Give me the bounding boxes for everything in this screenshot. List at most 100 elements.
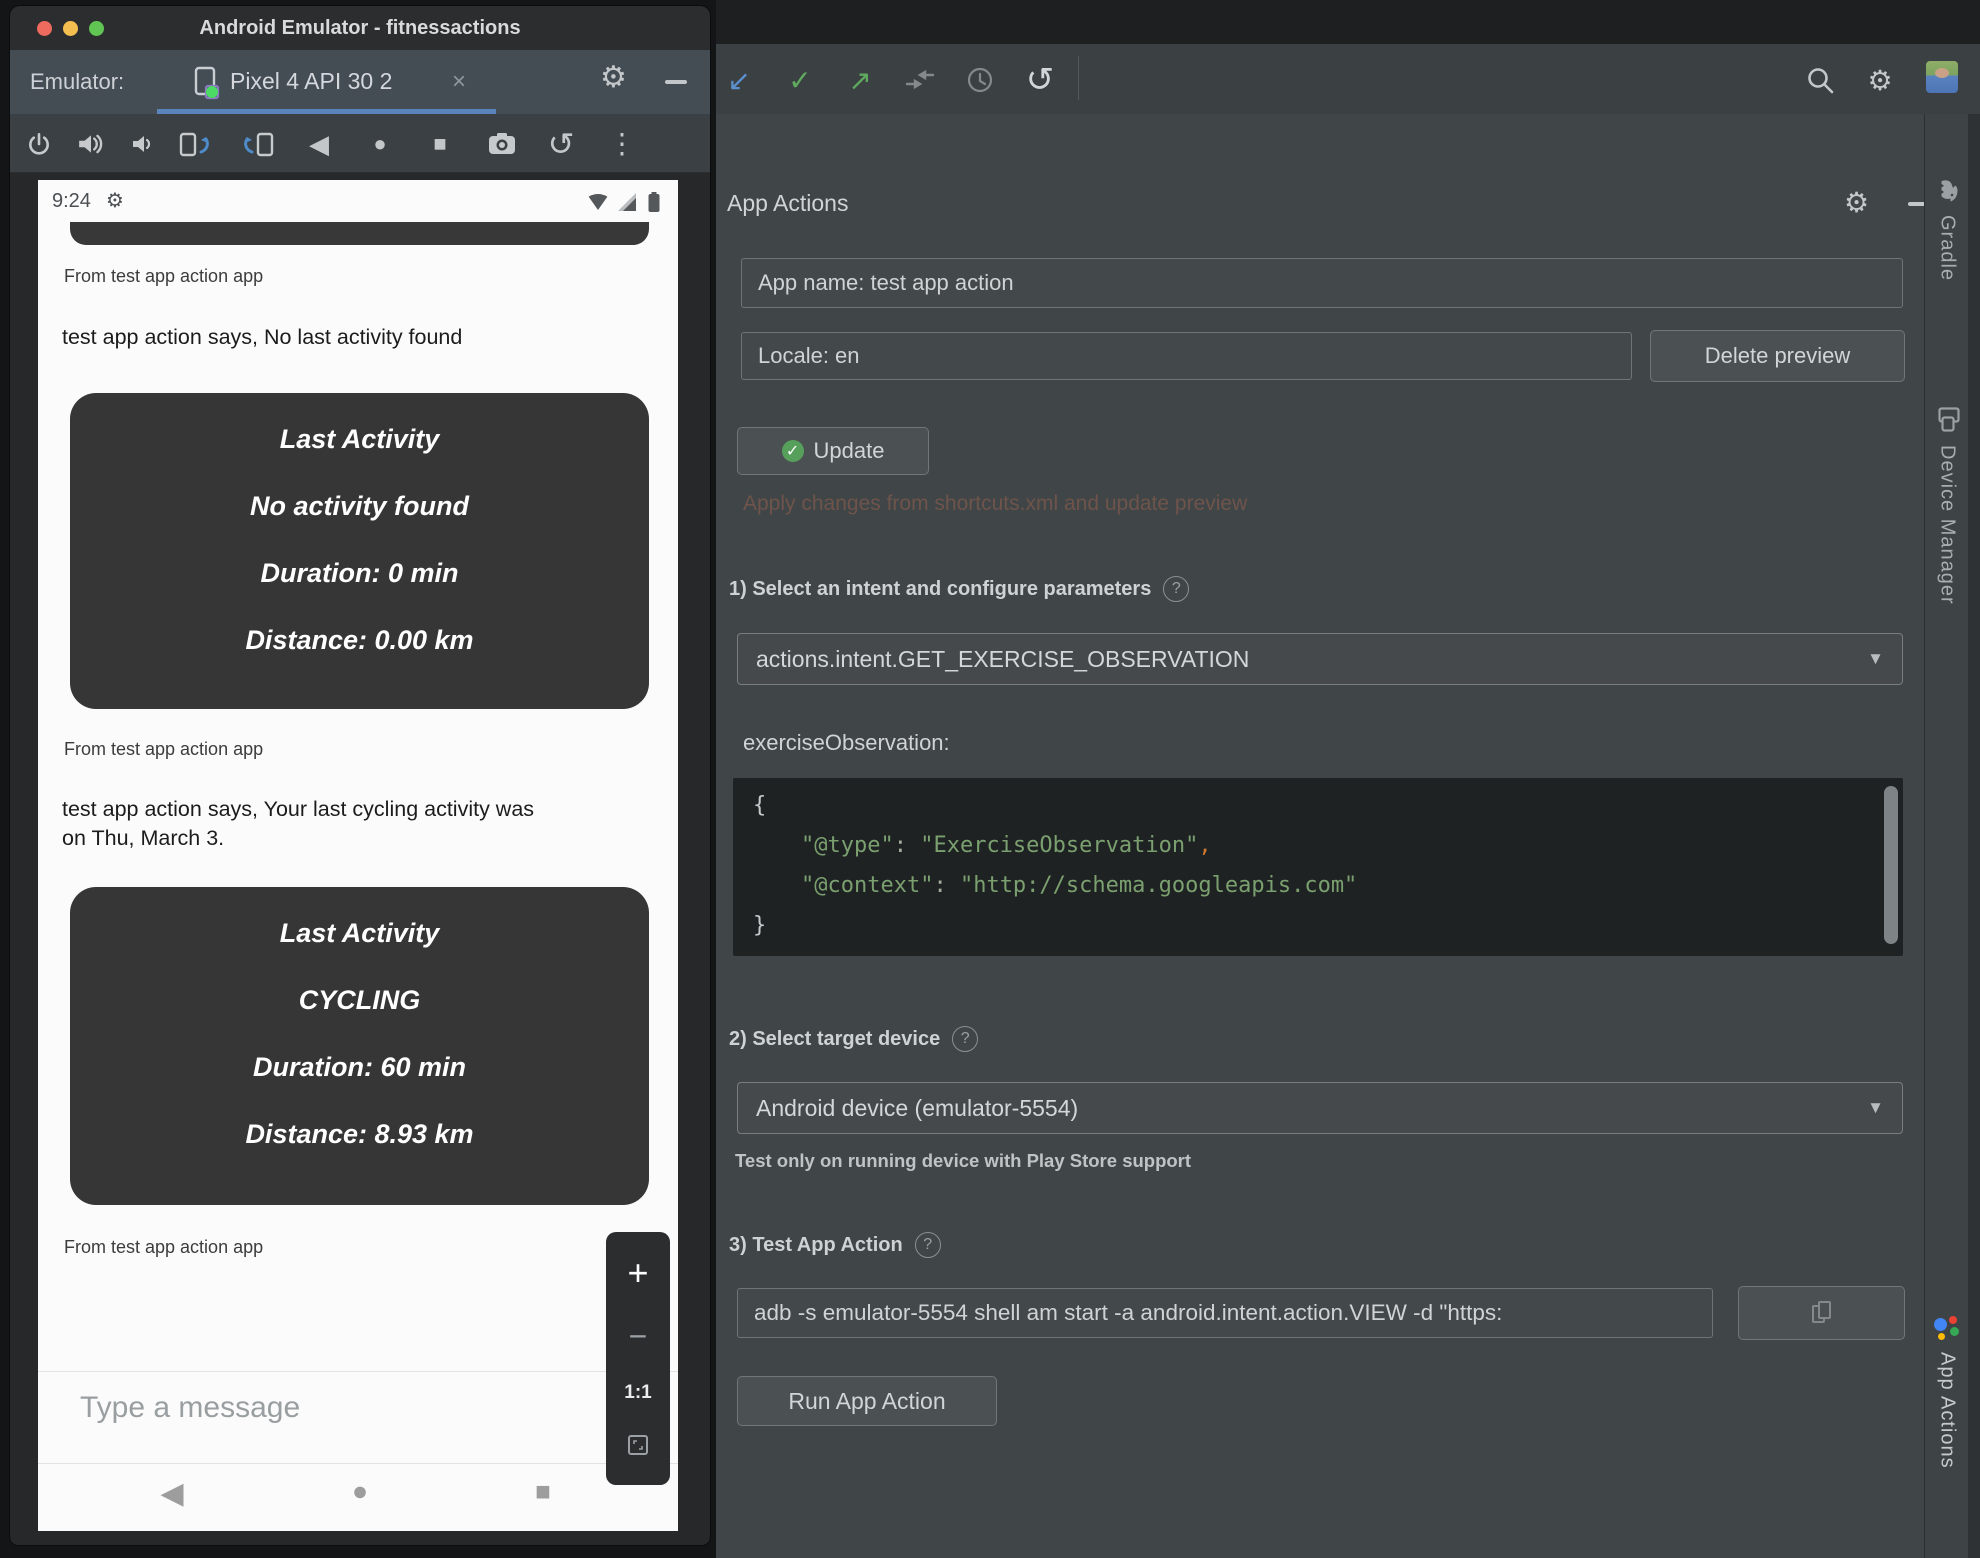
window-edge — [1968, 114, 1980, 1558]
emulator-settings-gear-icon[interactable]: ⚙ — [600, 60, 627, 95]
emulator-zoom-panel: + − 1:1 — [606, 1232, 670, 1485]
desktop: Android Emulator - fitnessactions Emulat… — [0, 0, 1980, 1558]
zoom-reset-button[interactable]: 1:1 — [624, 1382, 651, 1404]
close-tab-icon[interactable]: × — [452, 68, 466, 96]
card-title: Last Activity — [279, 424, 440, 454]
tool-button-device-manager[interactable]: Device Manager — [1925, 404, 1969, 605]
device-manager-icon — [1932, 407, 1963, 433]
code-line: "@type": "ExerciseObservation", — [801, 833, 1212, 858]
tool-button-gradle[interactable]: Gradle — [1925, 178, 1969, 281]
card-title: Last Activity — [279, 918, 440, 948]
nav-overview-icon[interactable]: ■ — [525, 1476, 561, 1507]
emulator-label: Emulator: — [30, 69, 125, 94]
power-icon[interactable] — [22, 127, 56, 161]
chevron-down-icon: ▼ — [1867, 649, 1884, 668]
tool-window-strip: Gradle Device Manager App Actions — [1924, 114, 1969, 1558]
help-icon[interactable]: ? — [914, 1232, 941, 1258]
locale-field[interactable]: Locale: en — [741, 332, 1632, 380]
message-sender-label: From test app action app — [64, 739, 264, 759]
section-intent-label: 1) Select an intent and configure parame… — [729, 576, 1190, 602]
chevron-down-icon: ▼ — [1867, 1098, 1884, 1117]
section-device-label: 2) Select target device ? — [729, 1026, 979, 1052]
studio-titlebar-area — [716, 0, 1980, 44]
emulator-tabbar: Emulator: Pixel 4 API 30 2 × ⚙ — [10, 50, 710, 114]
status-time: 9:24 — [52, 190, 91, 212]
search-icon[interactable] — [1802, 62, 1838, 98]
tool-button-label: Device Manager — [1936, 445, 1959, 605]
card-line: CYCLING — [298, 985, 421, 1015]
wifi-icon — [586, 192, 610, 217]
app-name-field[interactable]: App name: test app action — [741, 258, 1903, 308]
activity-card: Last Activity No activity found Duration… — [70, 393, 649, 709]
more-options-kebab-icon[interactable]: ⋮ — [605, 127, 639, 161]
section-test-label: 3) Test App Action ? — [729, 1232, 941, 1258]
merge-arrows-icon[interactable] — [902, 62, 938, 98]
divider — [38, 1371, 678, 1372]
message-sender-label: From test app action app — [64, 266, 264, 286]
update-hint-text: Apply changes from shortcuts.xml and upd… — [743, 492, 1248, 515]
fit-screen-icon[interactable] — [626, 1433, 650, 1462]
volume-up-icon[interactable] — [74, 127, 108, 161]
run-app-action-button[interactable]: Run App Action — [737, 1376, 997, 1426]
target-device-dropdown[interactable]: Android device (emulator-5554) ▼ — [737, 1082, 1903, 1134]
emulator-window: Android Emulator - fitnessactions Emulat… — [10, 6, 710, 1545]
device-tab-label: Pixel 4 API 30 2 — [230, 68, 393, 94]
status-gear-icon: ⚙ — [106, 190, 124, 212]
panel-settings-gear-icon[interactable]: ⚙ — [1844, 186, 1869, 219]
intent-dropdown-value: actions.intent.GET_EXERCISE_OBSERVATION — [756, 645, 1250, 672]
update-button[interactable]: ✓ Update — [737, 427, 929, 475]
nav-home-icon[interactable]: ● — [342, 1476, 378, 1507]
copy-icon — [1811, 1301, 1832, 1325]
delete-preview-button[interactable]: Delete preview — [1650, 330, 1905, 382]
card-line: Duration: 0 min — [260, 558, 459, 588]
studio-toolbar: ↙ ✓ ↗ ↺ ⚙ — [716, 44, 1980, 117]
panel-title: App Actions — [727, 190, 849, 216]
device-caption: Test only on running device with Play St… — [735, 1150, 1192, 1171]
volume-down-icon[interactable] — [125, 127, 159, 161]
code-line: "@context": "http://schema.googleapis.co… — [801, 873, 1358, 898]
zoom-out-button[interactable]: − — [629, 1320, 648, 1352]
code-line: } — [753, 913, 767, 938]
zoom-in-button[interactable]: + — [627, 1254, 648, 1291]
scrolled-card-remnant — [70, 222, 649, 245]
intent-dropdown[interactable]: actions.intent.GET_EXERCISE_OBSERVATION … — [737, 633, 1903, 685]
chat-message: test app action says, No last activity f… — [62, 325, 463, 349]
emulator-toolbar: ◀ ● ■ ↺ ⋮ — [10, 114, 710, 173]
rotate-right-icon[interactable] — [240, 127, 274, 161]
card-line: Distance: 8.93 km — [245, 1119, 474, 1149]
rotate-left-icon[interactable] — [179, 127, 213, 161]
adb-command-field[interactable]: adb -s emulator-5554 shell am start -a a… — [737, 1288, 1713, 1338]
commit-check-icon[interactable]: ✓ — [782, 62, 818, 98]
toolbar-separator — [1078, 56, 1079, 100]
divider — [38, 1463, 678, 1464]
minimize-emulator-panel-icon[interactable] — [665, 80, 687, 84]
tool-button-app-actions[interactable]: App Actions — [1925, 1314, 1969, 1469]
intent-parameters-editor[interactable]: { "@type": "ExerciseObservation", "@cont… — [733, 778, 1903, 956]
screenshot-camera-icon[interactable] — [485, 127, 519, 161]
home-icon[interactable]: ● — [363, 127, 397, 161]
help-icon[interactable]: ? — [1163, 576, 1190, 602]
battery-icon — [648, 192, 660, 218]
copy-command-button[interactable] — [1738, 1286, 1905, 1340]
cell-signal-icon — [616, 192, 638, 217]
history-clock-icon[interactable] — [962, 62, 998, 98]
pull-changes-icon[interactable]: ↙ — [721, 62, 757, 98]
back-icon[interactable]: ◀ — [302, 127, 336, 161]
target-device-value: Android device (emulator-5554) — [756, 1094, 1079, 1121]
push-changes-icon[interactable]: ↗ — [842, 62, 878, 98]
tool-button-label: Gradle — [1936, 215, 1959, 282]
undo-icon[interactable]: ↺ — [1022, 61, 1058, 99]
card-line: Distance: 0.00 km — [245, 625, 474, 655]
activity-card: Last Activity CYCLING Duration: 60 min D… — [70, 887, 649, 1205]
help-icon[interactable]: ? — [952, 1026, 979, 1052]
nav-back-icon[interactable]: ◀ — [154, 1476, 190, 1511]
scrollbar[interactable] — [1884, 786, 1898, 944]
user-avatar[interactable] — [1926, 61, 1958, 93]
assistant-icon — [1934, 1314, 1960, 1340]
observation-label: exerciseObservation: — [743, 730, 950, 755]
gradle-elephant-icon — [1934, 179, 1961, 205]
settings-gear-icon[interactable]: ⚙ — [1862, 62, 1898, 98]
message-input[interactable] — [78, 1380, 512, 1436]
reset-rotation-icon[interactable]: ↺ — [544, 127, 578, 161]
overview-icon[interactable]: ■ — [423, 127, 457, 161]
